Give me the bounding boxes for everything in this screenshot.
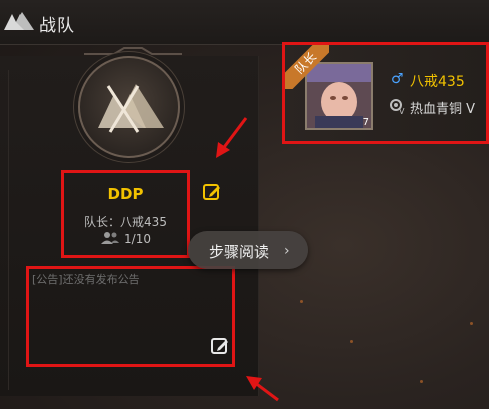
top-bar: 战队 bbox=[0, 0, 489, 45]
team-emblem-icon bbox=[98, 84, 164, 133]
chevron-right-icon: › bbox=[284, 243, 290, 259]
page-title: 战队 bbox=[39, 16, 75, 36]
svg-text:V: V bbox=[399, 107, 405, 115]
ember-particle bbox=[420, 380, 423, 383]
leader-ribbon-label: 队长 bbox=[285, 45, 329, 89]
leader-card[interactable]: 7 队长 ♂ 八戒435 V 热血青铜 V bbox=[282, 42, 489, 144]
step-reading-button[interactable]: 步骤阅读 › bbox=[188, 231, 308, 269]
ember-particle bbox=[350, 340, 353, 343]
team-flag-icon bbox=[4, 12, 34, 30]
leader-name: 八戒435 bbox=[410, 74, 465, 90]
step-reading-label: 步骤阅读 bbox=[209, 243, 270, 261]
panel-divider bbox=[8, 70, 9, 390]
team-name-card: DDP 队长：八戒435 1/10 bbox=[61, 170, 190, 258]
annotation-arrow-edit-notice bbox=[246, 376, 279, 402]
avatar-level: 7 bbox=[362, 117, 369, 128]
edit-team-name-button[interactable] bbox=[202, 182, 222, 202]
team-leader-label: 队长：八戒435 bbox=[84, 215, 167, 229]
ember-particle bbox=[470, 322, 473, 325]
edit-notice-button[interactable] bbox=[210, 336, 230, 356]
male-icon: ♂ bbox=[391, 71, 404, 87]
notice-placeholder: [公告]还没有发布公告 bbox=[32, 273, 140, 286]
member-count: 1/10 bbox=[64, 231, 187, 246]
leader-rank: 热血青铜 V bbox=[410, 102, 476, 117]
annotation-arrow-edit-name bbox=[216, 117, 248, 158]
members-icon bbox=[101, 232, 120, 244]
member-count-value: 1/10 bbox=[124, 232, 151, 246]
team-name: DDP bbox=[107, 185, 144, 203]
leader-ribbon: 队长 bbox=[285, 45, 329, 89]
ember-particle bbox=[300, 300, 303, 303]
team-emblem bbox=[78, 56, 180, 158]
team-notice-area[interactable]: [公告]还没有发布公告 bbox=[26, 266, 235, 367]
rank-badge-icon: V bbox=[390, 99, 405, 115]
crest-ornament bbox=[84, 47, 182, 55]
